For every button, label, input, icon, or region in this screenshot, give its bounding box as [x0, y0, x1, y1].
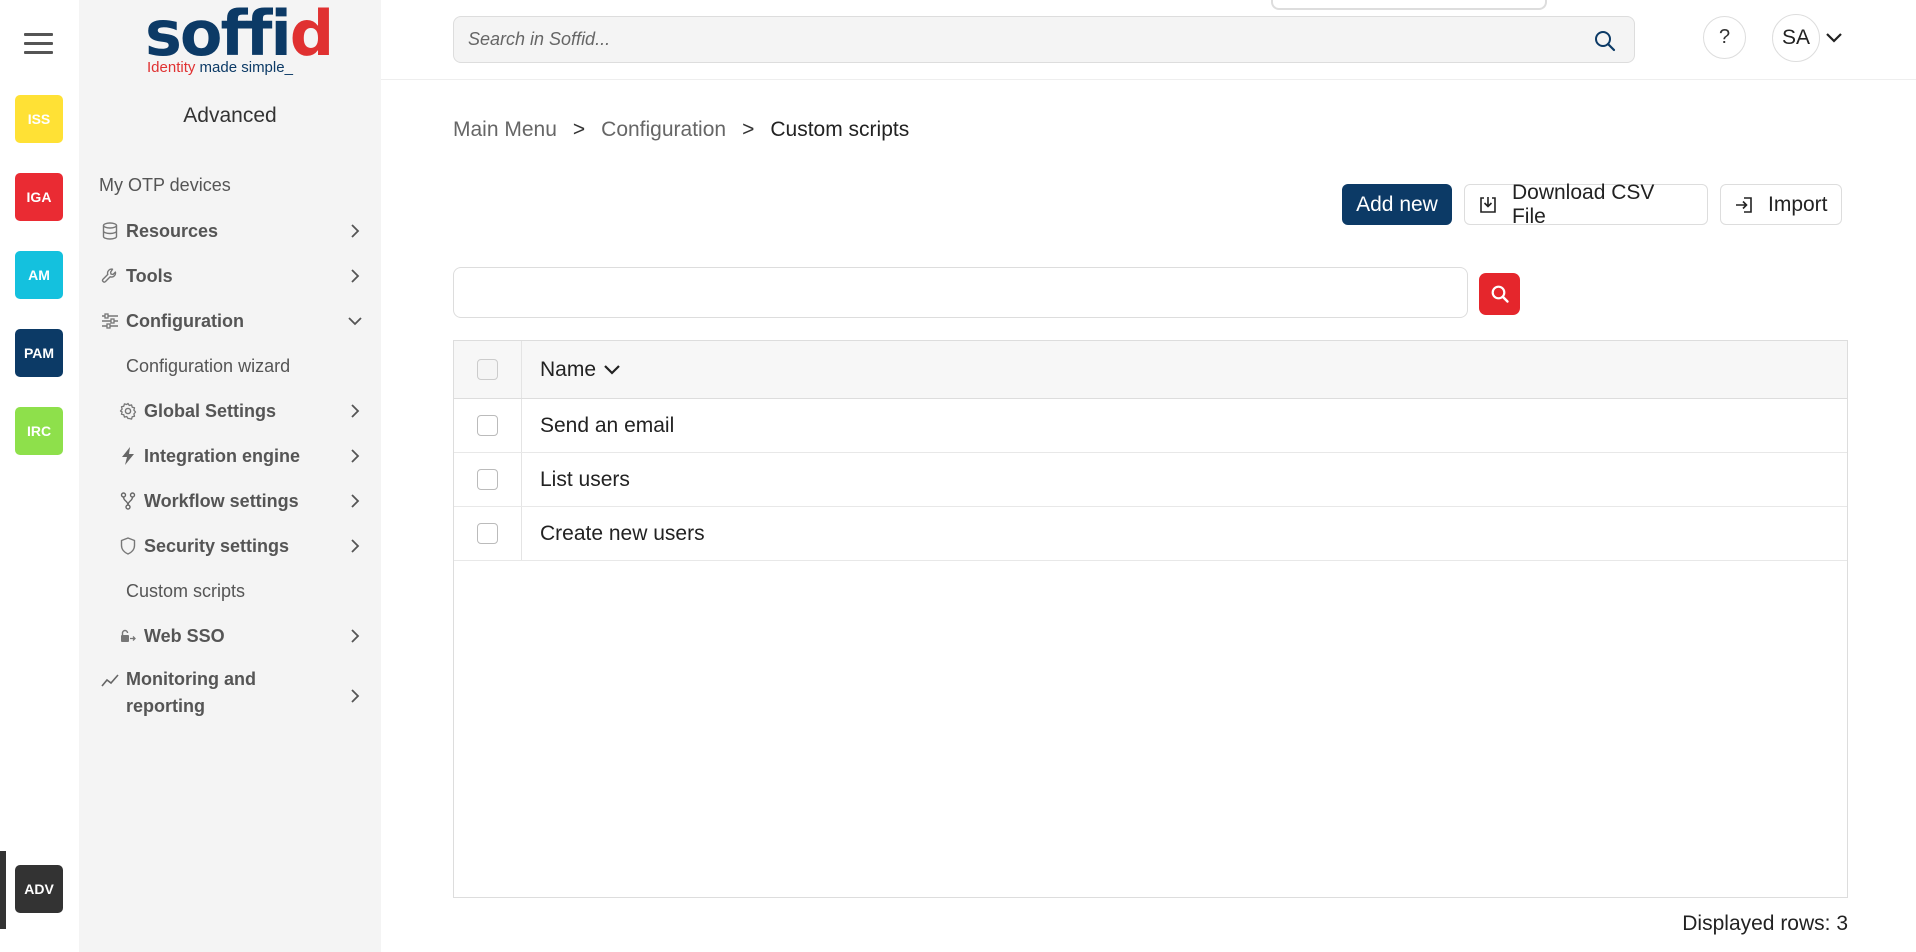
lock-arrow-icon: [117, 626, 139, 646]
import-button[interactable]: Import: [1720, 184, 1842, 225]
download-csv-button[interactable]: Download CSV File: [1464, 181, 1708, 228]
sidebar-item-security-settings[interactable]: Security settings: [117, 528, 371, 564]
scripts-table: Name Send an email List users Create new…: [453, 340, 1848, 898]
trend-icon: [99, 671, 121, 691]
sidebar-item-label: Security settings: [144, 535, 290, 556]
lightning-icon: [117, 446, 139, 466]
breadcrumb-current: Custom scripts: [770, 118, 910, 141]
wrench-icon: [99, 266, 121, 286]
sidebar-item-label: Workflow settings: [144, 490, 299, 511]
select-all-checkbox[interactable]: [477, 359, 498, 380]
search-icon[interactable]: [1594, 30, 1616, 52]
sidebar-item-label: Configuration wizard: [126, 355, 291, 376]
app-tile-adv[interactable]: ADV: [15, 865, 63, 913]
sidebar-item-configuration[interactable]: Configuration: [99, 303, 371, 339]
chevron-right-icon: [351, 404, 360, 418]
sidebar-item-label: Web SSO: [144, 625, 225, 646]
app-tile-pam[interactable]: PAM: [15, 329, 63, 377]
chevron-right-icon: [351, 539, 360, 553]
row-checkbox[interactable]: [477, 469, 498, 490]
row-checkbox[interactable]: [477, 523, 498, 544]
sidebar-item-monitoring-and-reporting[interactable]: Monitoring and reporting: [99, 666, 371, 722]
sidebar-item-label: My OTP devices: [99, 174, 231, 195]
logo-tagline: Identity made simple_: [147, 59, 293, 76]
search-icon: [1491, 285, 1509, 303]
chevron-right-icon: [351, 449, 360, 463]
global-search: [453, 16, 1635, 63]
popover-edge: [1271, 0, 1547, 10]
table-row[interactable]: List users: [454, 453, 1847, 507]
help-button[interactable]: ?: [1703, 16, 1746, 59]
breadcrumb: Main Menu > Configuration > Custom scrip…: [453, 118, 909, 142]
displayed-rows-count: Displayed rows: 3: [1682, 912, 1848, 935]
sidebar-item-configuration-wizard[interactable]: Configuration wizard: [126, 348, 380, 384]
sidebar-item-label: Configuration: [126, 310, 244, 331]
chevron-down-icon[interactable]: [1824, 30, 1844, 46]
fork-icon: [117, 491, 139, 511]
app-tile-irc[interactable]: IRC: [15, 407, 63, 455]
sidebar-item-label: Integration engine: [144, 445, 301, 466]
topbar: ? SA: [381, 0, 1916, 80]
row-name-cell: List users: [540, 468, 630, 491]
user-avatar[interactable]: SA: [1772, 14, 1820, 62]
table-filter-input[interactable]: [453, 267, 1468, 318]
app-tile-iga[interactable]: IGA: [15, 173, 63, 221]
sidebar-item-label: Monitoring and reporting: [126, 669, 256, 716]
soffid-logo[interactable]: soffid Identity made simple_: [145, 2, 334, 80]
sidebar-item-label: Global Settings: [144, 400, 277, 421]
download-icon: [1480, 196, 1496, 213]
chevron-right-icon: [351, 689, 360, 703]
sort-chevron-down-icon: [604, 365, 620, 375]
sidebar-item-label: Tools: [126, 265, 173, 286]
row-name-cell: Send an email: [540, 414, 675, 437]
sidebar-item-web-sso[interactable]: Web SSO: [117, 618, 371, 654]
row-checkbox[interactable]: [477, 415, 498, 436]
shield-icon: [117, 536, 139, 556]
app-tile-am[interactable]: AM: [15, 251, 63, 299]
import-label: Import: [1768, 192, 1828, 216]
table-header: Name: [454, 341, 1847, 399]
breadcrumb-main-menu[interactable]: Main Menu: [453, 118, 557, 142]
sidebar-item-integration-engine[interactable]: Integration engine: [117, 438, 371, 474]
active-app-indicator: [0, 851, 6, 929]
sidebar-item-my-otp-devices[interactable]: My OTP devices: [99, 167, 371, 203]
database-icon: [99, 221, 121, 241]
global-search-input[interactable]: [468, 17, 1568, 62]
gear-icon: [117, 401, 139, 421]
import-icon: [1736, 196, 1752, 213]
sliders-icon: [99, 311, 121, 331]
column-header-label: Name: [540, 358, 597, 381]
logo-wordmark: soffid: [145, 0, 334, 70]
section-title: Advanced: [183, 104, 277, 127]
hamburger-menu-icon[interactable]: [24, 33, 53, 55]
row-name-cell: Create new users: [540, 522, 705, 545]
sidebar-item-label: Resources: [126, 220, 219, 241]
app-rail: ISS IGA AM PAM IRC ADV: [0, 0, 79, 952]
column-header-name[interactable]: Name: [540, 358, 621, 382]
chevron-right-icon: [351, 269, 360, 283]
sidebar-item-custom-scripts[interactable]: Custom scripts: [126, 573, 380, 609]
add-new-button[interactable]: Add new: [1342, 184, 1452, 225]
table-row[interactable]: Send an email: [454, 399, 1847, 453]
chevron-right-icon: [351, 494, 360, 508]
sidebar: soffid Identity made simple_ Advanced My…: [79, 0, 381, 952]
chevron-down-icon: [348, 317, 362, 326]
breadcrumb-separator: >: [742, 118, 755, 141]
sidebar-item-label: Custom scripts: [126, 580, 246, 601]
app-tile-iss[interactable]: ISS: [15, 95, 63, 143]
chevron-right-icon: [351, 629, 360, 643]
chevron-right-icon: [351, 224, 360, 238]
breadcrumb-configuration[interactable]: Configuration: [601, 118, 726, 142]
sidebar-item-workflow-settings[interactable]: Workflow settings: [117, 483, 371, 519]
table-row[interactable]: Create new users: [454, 507, 1847, 561]
sidebar-item-resources[interactable]: Resources: [99, 213, 371, 249]
breadcrumb-separator: >: [572, 118, 586, 141]
sidebar-item-tools[interactable]: Tools: [99, 258, 371, 294]
sidebar-item-global-settings[interactable]: Global Settings: [117, 393, 371, 429]
download-csv-label: Download CSV File: [1511, 180, 1655, 228]
filter-search-button[interactable]: [1479, 273, 1520, 315]
